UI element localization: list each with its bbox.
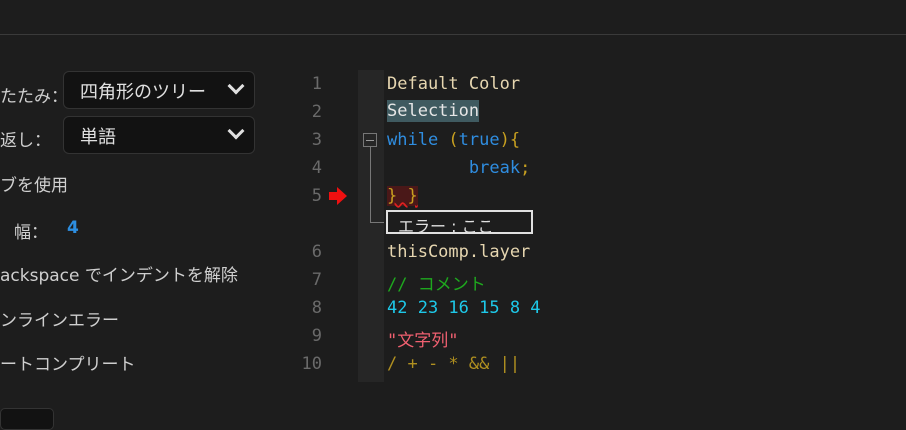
fold-collapse-icon[interactable] bbox=[363, 133, 377, 147]
line-number: 3 bbox=[311, 130, 322, 150]
line-number: 7 bbox=[311, 270, 322, 290]
folding-label: たたみ： bbox=[0, 87, 68, 107]
semicolon: ; bbox=[520, 158, 531, 178]
line-number: 4 bbox=[311, 158, 322, 178]
tab-width-label: 幅： bbox=[14, 223, 48, 243]
line-number: 8 bbox=[311, 298, 322, 318]
line-number: 9 bbox=[311, 326, 322, 346]
keyword: break bbox=[387, 158, 521, 178]
code-gutter bbox=[358, 70, 384, 382]
code-operators: / + - * && || bbox=[387, 354, 521, 374]
use-tabs-option[interactable]: ブを使用 bbox=[0, 171, 68, 196]
divider bbox=[0, 34, 906, 35]
code-while: while (true){ bbox=[387, 130, 520, 150]
code-break: break; bbox=[387, 158, 530, 178]
wrap-label: 返し： bbox=[0, 131, 51, 151]
code-default: Default Color bbox=[387, 74, 521, 94]
line-number: 10 bbox=[301, 354, 322, 374]
line-number: 5 bbox=[311, 186, 322, 206]
code-numbers: 42 23 16 15 8 4 bbox=[387, 298, 541, 318]
keyword: true bbox=[458, 130, 500, 150]
folding-select[interactable]: 四角形のツリー bbox=[63, 71, 255, 109]
code-thiscomp: thisComp.layer bbox=[387, 242, 531, 262]
wrap-value: 単語 bbox=[80, 127, 116, 148]
backspace-unindent-option[interactable]: ackspace でインデントを解除 bbox=[0, 261, 238, 286]
line-number: 1 bbox=[311, 74, 322, 94]
bracket: ){ bbox=[499, 130, 521, 150]
code-selection: Selection bbox=[387, 100, 480, 122]
line-number: 6 bbox=[311, 242, 322, 262]
autocomplete-option[interactable]: ートコンプリート bbox=[0, 350, 136, 375]
inline-error-message: エラー : ここ bbox=[386, 210, 533, 236]
error-arrow-icon bbox=[329, 187, 347, 205]
inline-errors-option[interactable]: ンラインエラー bbox=[0, 306, 119, 331]
wrap-select[interactable]: 単語 bbox=[63, 116, 255, 154]
chevron-down-icon bbox=[227, 122, 245, 140]
bracket: ( bbox=[438, 130, 459, 150]
code-string: "文字列" bbox=[387, 331, 459, 351]
chevron-down-icon bbox=[227, 77, 245, 95]
code-comment: // コメント bbox=[387, 275, 486, 295]
folding-value: 四角形のツリー bbox=[80, 82, 206, 103]
bottom-button[interactable] bbox=[0, 408, 54, 430]
tab-width-value[interactable]: 4 bbox=[67, 218, 79, 238]
keyword: while bbox=[387, 130, 439, 150]
fold-line bbox=[370, 147, 371, 222]
fold-line-end bbox=[370, 222, 384, 223]
line-number: 2 bbox=[311, 102, 322, 122]
code-error-braces: } } bbox=[387, 186, 418, 206]
